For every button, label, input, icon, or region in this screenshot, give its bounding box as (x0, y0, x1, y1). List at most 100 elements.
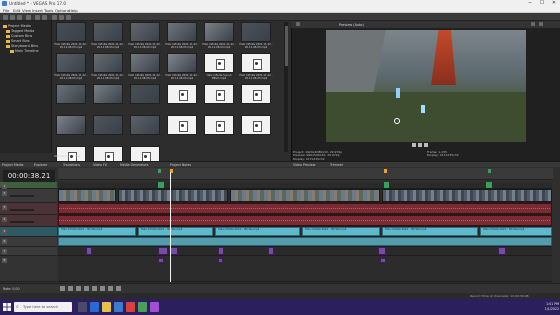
play-icon[interactable] (412, 143, 416, 147)
text-clip[interactable]: Halo Infinite 2021 - HD Ste.mp4 (58, 227, 136, 236)
track-header[interactable]: 5 (0, 227, 57, 237)
close-button[interactable]: ✕ (548, 0, 560, 7)
text-clip[interactable] (58, 237, 552, 246)
windows-start-icon[interactable] (3, 303, 11, 311)
track-lane[interactable] (58, 237, 552, 247)
region-marker[interactable] (158, 169, 161, 173)
track-header[interactable]: 8 (0, 256, 57, 282)
go-to-start-icon[interactable] (108, 286, 113, 291)
video-clip[interactable] (382, 189, 552, 202)
video-clip[interactable] (384, 182, 389, 188)
taskbar-clock[interactable]: 1:01 PM 1/1/2022 (533, 302, 559, 312)
track-header[interactable]: 3 (0, 203, 57, 215)
track-header[interactable]: 1 (0, 182, 57, 189)
fx-clip[interactable] (158, 247, 168, 255)
menu-file[interactable]: File (3, 8, 9, 13)
stop-icon[interactable] (424, 143, 428, 147)
volume-slider[interactable] (10, 221, 34, 223)
save-icon[interactable] (17, 14, 22, 20)
fx-clip[interactable] (218, 247, 224, 255)
preview-quality[interactable]: Preview (Auto) (339, 23, 364, 27)
maximize-button[interactable]: ☐ (536, 0, 548, 7)
track-lane[interactable] (58, 182, 552, 189)
minimize-button[interactable]: ─ (524, 0, 536, 7)
empty-lane[interactable] (58, 256, 552, 282)
menu-help[interactable]: Help (69, 8, 78, 13)
fx-clip[interactable] (380, 258, 386, 263)
fx-clip[interactable] (268, 247, 274, 255)
fx-clip[interactable] (170, 247, 178, 255)
loop-icon[interactable] (68, 286, 73, 291)
text-clip[interactable]: Halo Infinite 2021 - HD Ste.mp4 (382, 227, 478, 236)
playhead-cursor[interactable] (170, 172, 171, 282)
track-header[interactable]: 6 (0, 237, 57, 247)
media-item[interactable]: Halo Infinite 2021.11.22 - 20.11.08.03.m… (54, 22, 88, 52)
pause-icon[interactable] (418, 143, 422, 147)
volume-slider[interactable] (10, 209, 34, 211)
media-item[interactable]: Halo Infinite 2021.11.22 - 20.11.08.03.m… (91, 53, 125, 83)
track-header[interactable]: 2 (0, 189, 57, 203)
audio-clip[interactable] (58, 215, 552, 226)
fx-clip[interactable] (218, 258, 223, 263)
fx-clip[interactable] (378, 247, 386, 255)
media-item[interactable] (165, 84, 199, 114)
app-icon[interactable] (126, 302, 135, 312)
play-from-start-icon[interactable] (76, 286, 81, 291)
media-item[interactable]: Halo Infinite 2021.11.22 - 20.11.08.03.m… (239, 53, 273, 83)
media-item[interactable] (91, 115, 125, 145)
media-item[interactable] (239, 84, 273, 114)
undo-icon[interactable] (35, 14, 40, 20)
media-item[interactable] (54, 115, 88, 145)
region-marker[interactable] (488, 169, 491, 173)
selection-tool-icon[interactable] (66, 14, 71, 20)
tree-item-custom-bins[interactable]: Custom Bins (6, 34, 32, 38)
media-item[interactable]: Halo Infinite Sound Effect.mp4 (202, 53, 236, 83)
tree-item-smart-bins[interactable]: Smart Bins (6, 39, 30, 43)
time-ruler[interactable] (58, 168, 553, 180)
media-item[interactable]: Halo Infinite 2021.11.22 - 20.11.08.03.m… (165, 22, 199, 52)
tree-item-project-media[interactable]: Project Media (3, 24, 31, 28)
menu-insert[interactable]: Insert (32, 8, 43, 13)
menu-edit[interactable]: Edit (13, 8, 20, 13)
media-item[interactable] (165, 115, 199, 145)
open-icon[interactable] (10, 14, 15, 20)
envelope-tool-icon[interactable] (59, 14, 64, 20)
track-lane[interactable] (58, 189, 552, 203)
marker-flag-icon[interactable] (384, 169, 387, 173)
media-item[interactable] (128, 84, 162, 114)
redo-icon[interactable] (42, 14, 47, 20)
fx-clip[interactable] (86, 247, 92, 255)
video-clip[interactable] (118, 189, 228, 202)
media-item[interactable] (239, 115, 273, 145)
tree-item-tagged-media[interactable]: Tagged Media (6, 29, 34, 33)
edge-browser-icon[interactable] (90, 302, 99, 312)
pause-icon[interactable] (92, 286, 97, 291)
go-to-end-icon[interactable] (116, 286, 121, 291)
video-clip[interactable] (158, 182, 164, 188)
video-clip[interactable] (230, 189, 380, 202)
taskbar-search-input[interactable]: Type here to search (14, 302, 72, 312)
media-item[interactable]: Halo Infinite 2021.11.22 - 20.11.08.03.m… (239, 22, 273, 52)
video-clip[interactable] (486, 182, 492, 188)
track-header[interactable]: 4 (0, 215, 57, 227)
tree-item-storyboard-bins[interactable]: Storyboard Bins (6, 44, 38, 48)
media-item[interactable] (91, 84, 125, 114)
audio-clip[interactable] (58, 203, 552, 214)
level-slider[interactable] (10, 195, 34, 197)
video-clip[interactable] (58, 189, 116, 202)
menu-tools[interactable]: Tools (44, 8, 53, 13)
menu-options[interactable]: Options (55, 8, 70, 13)
track-header[interactable]: 7 (0, 247, 57, 256)
track-lane[interactable]: Halo Infinite 2021 - HD Ste.mp4 Halo Inf… (58, 227, 552, 237)
grid-overlay-icon[interactable] (539, 22, 543, 26)
track-lane[interactable] (58, 247, 552, 256)
media-scrollbar[interactable] (284, 22, 288, 152)
normal-edit-tool-icon[interactable] (52, 14, 57, 20)
track-lane[interactable] (58, 215, 552, 227)
vegas-taskbar-icon[interactable] (150, 302, 159, 312)
media-item[interactable] (202, 84, 236, 114)
snapshot-icon[interactable] (531, 22, 535, 26)
media-item[interactable]: Halo Infinite 2021.11.22 - 20.11.08.03.m… (128, 22, 162, 52)
media-item[interactable]: Halo Infinite 2021.11.22 - 20.11.08.03.m… (128, 53, 162, 83)
media-item[interactable] (128, 115, 162, 145)
